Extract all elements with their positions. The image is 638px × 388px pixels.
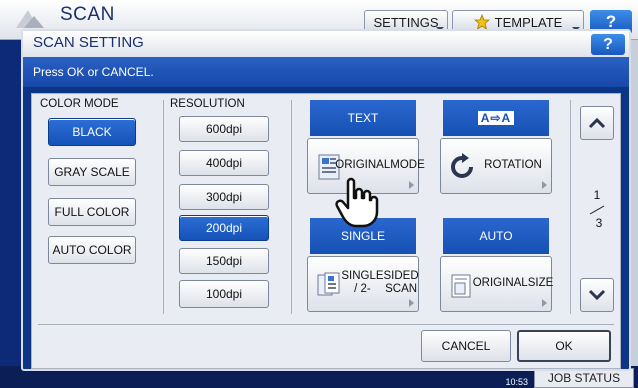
original-mode-header: TEXT (310, 100, 416, 136)
resolution-400dpi-button[interactable]: 400dpi (179, 150, 269, 176)
color-mode-label: COLOR MODE (40, 98, 119, 110)
message-bar: Press OK or CANCEL. (23, 57, 629, 87)
resolution-200dpi-button[interactable]: 200dpi (179, 215, 269, 241)
color-mode-auto-color-button[interactable]: AUTO COLOR (48, 236, 136, 264)
page-current: 1 (593, 188, 601, 202)
star-icon (473, 14, 490, 30)
rotation-header: A⇨A (443, 100, 549, 136)
dialog-help-button[interactable]: ? (591, 34, 625, 55)
original-size-button[interactable]: ORIGINAL SIZE (440, 256, 554, 312)
duplex-scan-icon (317, 272, 340, 296)
resolution-150dpi-button[interactable]: 150dpi (179, 248, 269, 274)
chevron-right-icon (542, 181, 547, 189)
chevron-down-icon (588, 289, 606, 301)
resolution-300dpi-button[interactable]: 300dpi (179, 184, 269, 210)
resolution-100dpi-button[interactable]: 100dpi (179, 280, 269, 308)
scan-logo-icon (16, 10, 44, 28)
settings-panel: COLOR MODE BLACK GRAY SCALE FULL COLOR A… (31, 93, 621, 369)
scroll-down-button[interactable] (580, 278, 614, 312)
app-title: SCAN (60, 4, 115, 25)
original-mode-label-line2: MODE (390, 158, 425, 171)
chevron-up-icon (588, 117, 606, 129)
rotation-label: ROTATION (477, 145, 549, 185)
page-total: 3 (595, 216, 603, 230)
clock-time: 10:53 (505, 377, 528, 387)
settings-tab-label: SETTINGS (373, 14, 439, 30)
color-mode-full-color-button[interactable]: FULL COLOR (48, 198, 136, 226)
duplex-scan-button[interactable]: SINGLE / 2- SIDED SCAN (307, 256, 419, 312)
original-size-icon (451, 274, 471, 298)
job-status-button[interactable]: JOB STATUS (534, 368, 634, 388)
chevron-right-icon (409, 181, 414, 189)
chevron-right-icon (542, 299, 547, 307)
original-size-label-line1: ORIGINAL (472, 276, 528, 289)
original-size-label-line2: SIZE (527, 276, 554, 289)
chevron-right-icon (409, 299, 414, 307)
divider (163, 100, 164, 314)
dialog-titlebar: SCAN SETTING ? (23, 31, 629, 57)
footer-divider (38, 324, 614, 325)
divider (570, 100, 571, 314)
rotation-header-text: A⇨A (477, 111, 515, 125)
divider (291, 100, 292, 314)
rotation-icon (451, 153, 473, 178)
rotation-button[interactable]: ROTATION (440, 138, 552, 194)
color-mode-black-button[interactable]: BLACK (48, 118, 136, 146)
original-size-header: AUTO (443, 218, 549, 254)
dialog-title: SCAN SETTING (33, 34, 144, 51)
template-tab-label: TEMPLATE (494, 14, 563, 30)
duplex-scan-label-line2: SIDED SCAN (383, 270, 419, 295)
hand-pointer-icon (335, 177, 379, 228)
original-size-label: ORIGINAL SIZE (473, 263, 554, 303)
color-mode-gray-scale-button[interactable]: GRAY SCALE (48, 158, 136, 186)
scroll-up-button[interactable] (580, 106, 614, 140)
duplex-scan-label-line1: SINGLE / 2- (341, 270, 384, 295)
original-mode-label-line1: ORIGINAL (335, 158, 391, 171)
rotation-label-line1: ROTATION (484, 158, 542, 171)
resolution-label: RESOLUTION (170, 98, 245, 110)
page-separator (589, 205, 605, 215)
ok-button[interactable]: OK (517, 330, 611, 362)
cancel-button[interactable]: CANCEL (421, 330, 511, 362)
scan-setting-dialog: SCAN SETTING ? Press OK or CANCEL. COLOR… (21, 29, 631, 371)
instruction-message: Press OK or CANCEL. (33, 65, 154, 79)
duplex-scan-label: SINGLE / 2- SIDED SCAN (341, 263, 419, 303)
resolution-600dpi-button[interactable]: 600dpi (179, 116, 269, 142)
